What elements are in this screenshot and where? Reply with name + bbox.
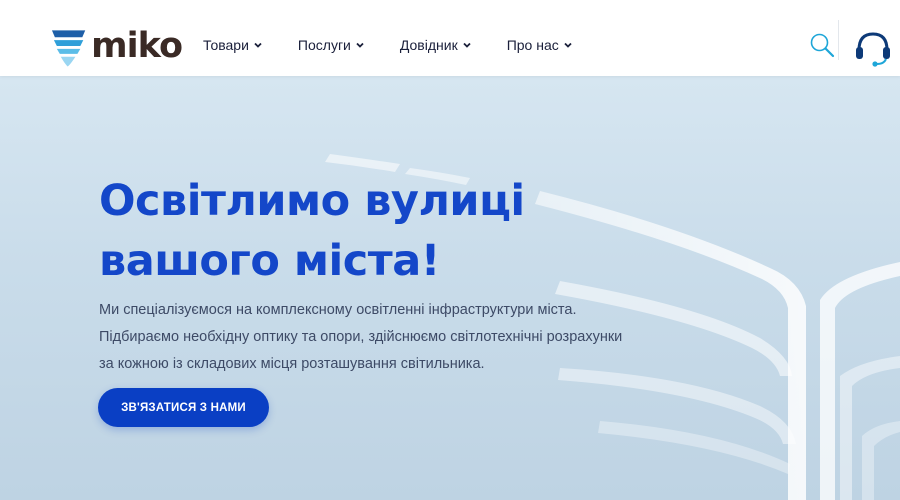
hero-description-line-3: за кожною із складових місця розташуванн… [99,356,485,372]
logo-wordmark: miko [91,25,183,66]
main-navigation: Товари Послуги Довідник Про нас [203,36,572,54]
chevron-down-icon [356,42,364,48]
nav-item-products[interactable]: Товари [203,36,262,54]
nav-item-reference[interactable]: Довідник [400,36,471,54]
hero-section: Освітлимо вулиці вашого міста! Ми спеціа… [0,76,900,500]
hero-description-line-1: Ми спеціалізуємося на комплексному освіт… [99,302,577,318]
nav-item-label: Товари [203,37,249,53]
headset-icon[interactable] [853,28,893,68]
hero-description-line-2: Підбираємо необхідну оптику та опори, зд… [99,329,623,345]
hero-title: Освітлимо вулиці вашого міста! [99,171,659,291]
logo-mark-icon [51,30,86,67]
header-divider [838,20,839,60]
miko-logo[interactable]: miko [50,24,183,68]
hero-title-line-2: вашого міста! [99,236,440,286]
nav-item-label: Довідник [399,37,458,53]
chevron-down-icon [463,42,471,48]
chevron-down-icon [564,42,572,48]
hero-title-line-1: Освітлимо вулиці [99,176,525,226]
nav-item-label: Послуги [297,37,351,53]
contact-us-button[interactable]: ЗВ'ЯЗАТИСЯ З НАМИ [98,388,269,427]
site-header: miko Товари Послуги Довідник Про нас [0,0,900,76]
search-icon[interactable] [808,31,836,59]
nav-item-about[interactable]: Про нас [507,36,572,54]
hero-description: Ми спеціалізуємося на комплексному освіт… [99,297,659,378]
nav-item-services[interactable]: Послуги [298,36,364,54]
nav-item-label: Про нас [506,37,559,53]
chevron-down-icon [254,42,262,48]
